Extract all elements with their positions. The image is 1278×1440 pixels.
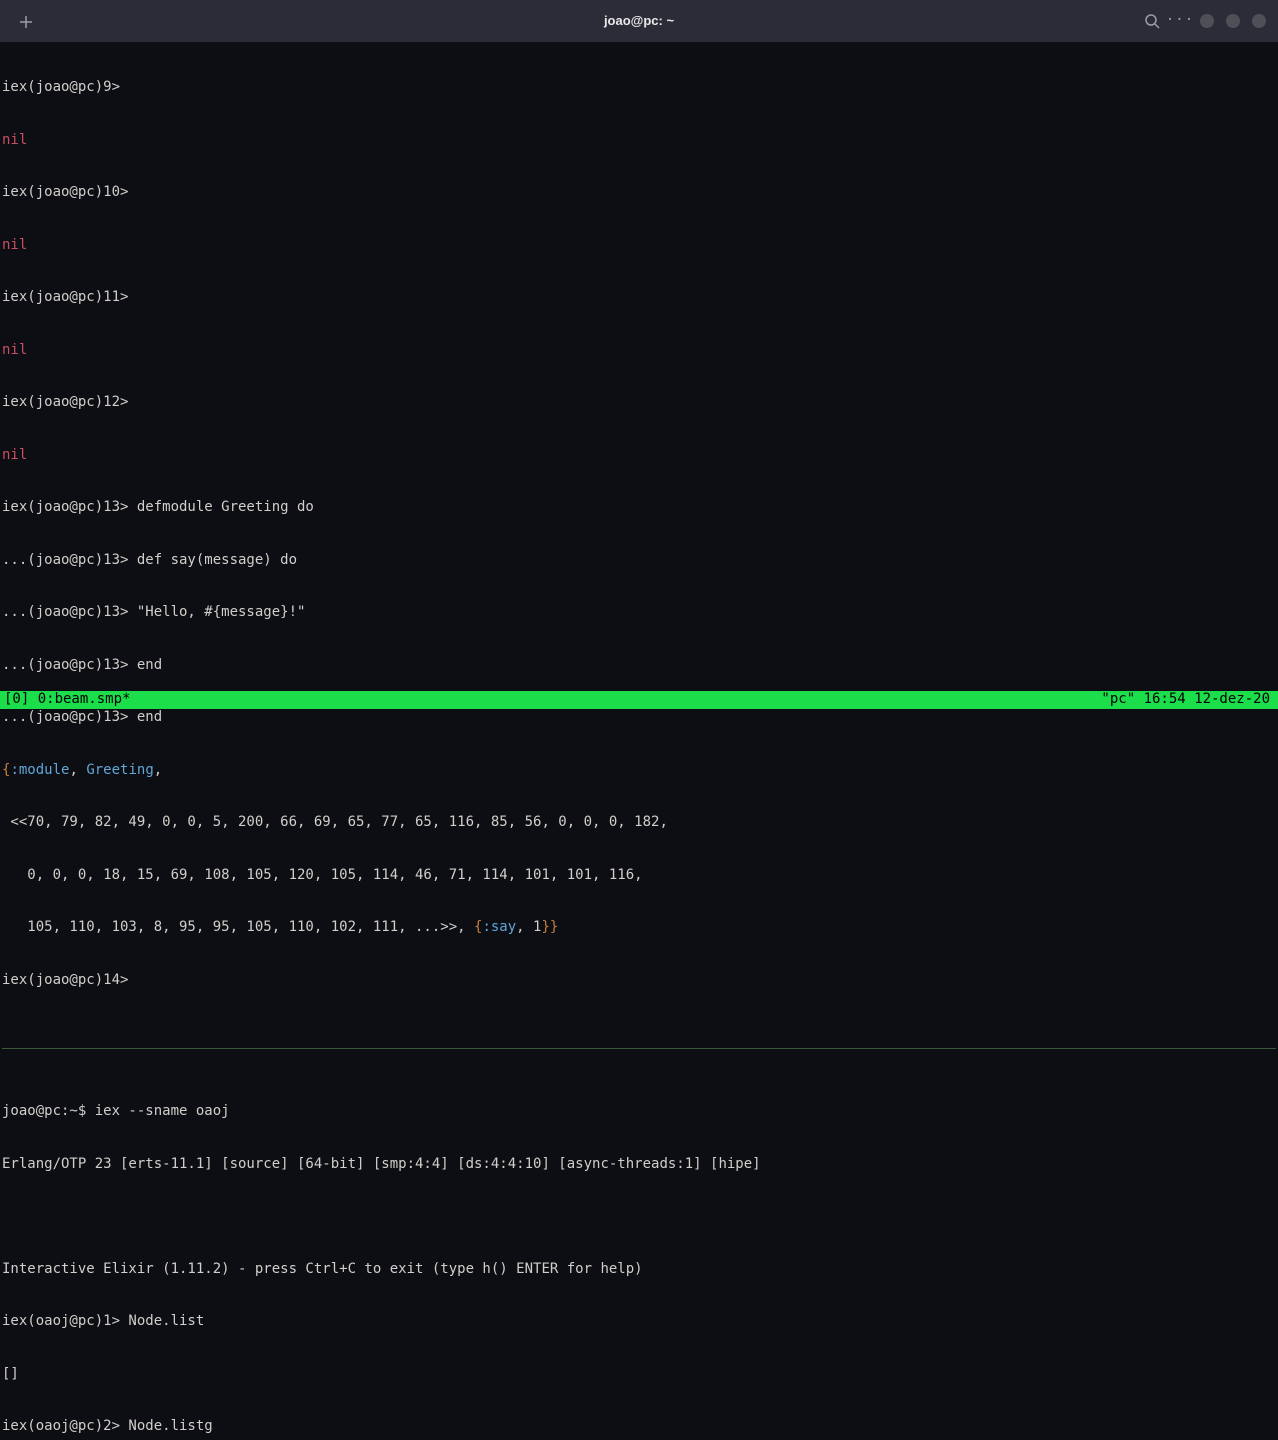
brace-close: } [550,919,558,935]
output-line: {:module, Greeting, [2,762,1276,780]
output-line: ...(joao@pc)13> end [2,657,1276,675]
output-line: 0, 0, 0, 18, 15, 69, 108, 105, 120, 105,… [2,867,1276,885]
output-line: iex(joao@pc)14> [2,972,1276,990]
output-line: Interactive Elixir (1.11.2) - press Ctrl… [2,1261,1276,1279]
pane-divider[interactable] [2,1048,1276,1049]
output-line: iex(joao@pc)11> [2,289,1276,307]
brace-close: } [541,919,549,935]
window-control-min[interactable] [1200,14,1214,28]
atom: :module [10,762,69,778]
output-line [2,1208,1276,1226]
output-line: iex(joao@pc)9> [2,79,1276,97]
text: , [69,762,86,778]
output-line: Erlang/OTP 23 [erts-11.1] [source] [64-b… [2,1156,1276,1174]
tmux-statusbar: [0] 0:beam.smp* "pc" 16:54 12-dez-20 [0,691,1278,709]
output-line: iex(oaoj@pc)2> Node.listg [2,1418,1276,1436]
output-line: ...(joao@pc)13> "Hello, #{message}!" [2,604,1276,622]
search-icon[interactable] [1144,13,1160,29]
output-line: joao@pc:~$ iex --sname oaoj [2,1103,1276,1121]
window-title: joao@pc: ~ [604,12,674,30]
output-line: iex(joao@pc)13> defmodule Greeting do [2,499,1276,517]
output-line: nil [2,132,1276,150]
terminal-area[interactable]: iex(joao@pc)9> nil iex(joao@pc)10> nil i… [0,42,1278,1440]
text: 105, 110, 103, 8, 95, 95, 105, 110, 102,… [2,919,474,935]
output-line: iex(joao@pc)12> [2,394,1276,412]
menu-icon[interactable]: ··· [1172,13,1188,29]
output-line: [] [2,1366,1276,1384]
output-line: 105, 110, 103, 8, 95, 95, 105, 110, 102,… [2,919,1276,937]
module-name: Greeting [86,762,153,778]
status-left: [0] 0:beam.smp* [4,691,130,709]
window-control-close[interactable] [1252,14,1266,28]
output-line: iex(joao@pc)10> [2,184,1276,202]
brace-open: { [2,762,10,778]
new-tab-icon[interactable] [18,14,34,30]
window-control-max[interactable] [1226,14,1240,28]
output-line: ...(joao@pc)13> end [2,709,1276,727]
text: , [154,762,162,778]
atom: :say [482,919,516,935]
output-line: iex(oaoj@pc)1> Node.list [2,1313,1276,1331]
status-right: "pc" 16:54 12-dez-20 [1101,691,1274,709]
output-line: nil [2,447,1276,465]
brace-open: { [474,919,482,935]
titlebar-right-controls: ··· [1144,13,1266,29]
output-line: nil [2,237,1276,255]
text: , 1 [516,919,541,935]
output-line: nil [2,342,1276,360]
output-line: <<70, 79, 82, 49, 0, 0, 5, 200, 66, 69, … [2,814,1276,832]
titlebar: joao@pc: ~ ··· [0,0,1278,42]
output-line: ...(joao@pc)13> def say(message) do [2,552,1276,570]
